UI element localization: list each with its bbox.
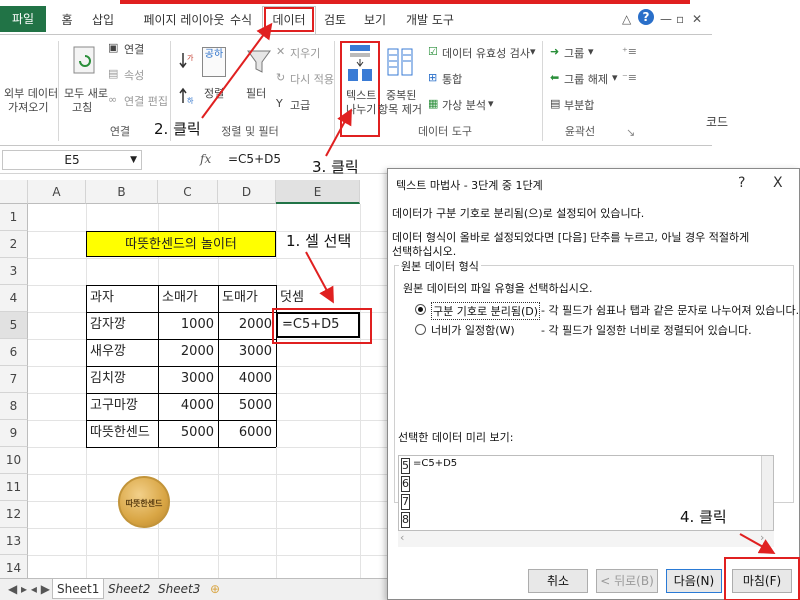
arrow-step2 <box>201 22 273 119</box>
annotation-arrows <box>201 22 776 554</box>
arrow-step3 <box>325 108 352 157</box>
arrow-step4 <box>739 533 776 554</box>
arrow-step1 <box>305 251 334 304</box>
